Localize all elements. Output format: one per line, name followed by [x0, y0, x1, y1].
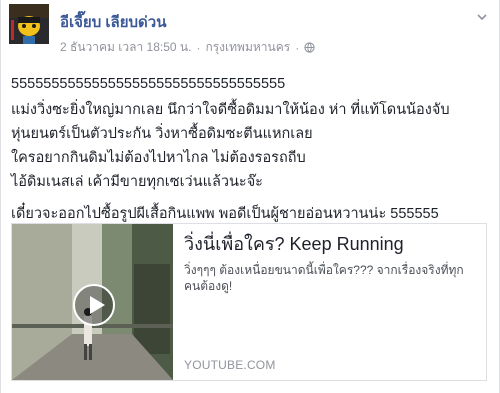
link-domain: YOUTUBE.COM [184, 358, 276, 372]
link-title[interactable]: วิ่งนี่เพื่อใคร? Keep Running [184, 232, 474, 256]
post-meta: 2 ธันวาคม เวลา 18:50 น. · กรุงเทพมหานคร … [60, 38, 315, 57]
post-text-line: ใครอยากกินดิมไม่ต้องไปหาไกล ไม่ต้องรอรถถ… [11, 150, 306, 166]
meta-separator: · [196, 40, 201, 55]
meta-separator-2: · [295, 40, 300, 55]
link-description: วิ่งๆๆๆ ต้องเหนื่อยขนาดนี้เพื่อใคร??? จา… [184, 263, 464, 293]
post-text-line: ไอ้ดิมเนสเล่ เค้ามีขายทุกเซเว่นแล้วนะจ๊ะ [11, 174, 263, 190]
link-info: วิ่งนี่เพื่อใคร? Keep Running วิ่งๆๆๆ ต้… [184, 232, 474, 372]
facebook-post: อีเจี๊ยบ เลียบด่วน 2 ธันวาคม เวลา 18:50 … [0, 0, 500, 393]
avatar-image [9, 4, 49, 44]
post-location[interactable]: กรุงเทพมหานคร [205, 38, 290, 57]
chevron-down-icon[interactable] [475, 10, 489, 24]
avatar[interactable] [9, 4, 49, 44]
post-text-line: แม่งวิ่งซะยิ่งใหญ่มากเลย นึกว่าใจดีซื้อด… [11, 102, 450, 118]
link-preview-card[interactable]: วิ่งนี่เพื่อใคร? Keep Running วิ่งๆๆๆ ต้… [11, 223, 487, 381]
video-thumbnail[interactable] [12, 224, 173, 380]
post-text-line: 5555555555555555555555555555555555 [11, 76, 286, 92]
post-date[interactable]: 2 ธันวาคม เวลา 18:50 น. [60, 38, 191, 57]
post-text-line: หุ่นยนตร์เป็นตัวประกัน วิ่งหาซื้อดิมซะตี… [11, 126, 313, 142]
globe-icon[interactable] [304, 42, 315, 53]
author-name[interactable]: อีเจี๊ยบ เลียบด่วน [60, 10, 166, 34]
play-button-icon[interactable] [73, 284, 115, 326]
post-text: 5555555555555555555555555555555555 แม่งว… [11, 72, 491, 226]
